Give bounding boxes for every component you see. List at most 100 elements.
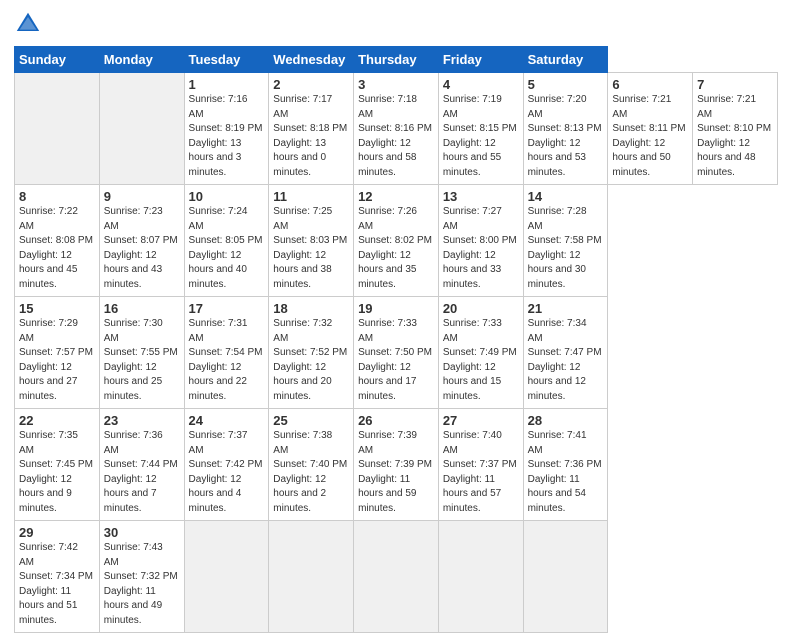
day-number: 14 <box>528 189 604 204</box>
day-cell-10: 10 Sunrise: 7:24 AMSunset: 8:05 PMDaylig… <box>184 185 269 297</box>
day-cell-17: 17 Sunrise: 7:31 AMSunset: 7:54 PMDaylig… <box>184 297 269 409</box>
day-cell-29: 29 Sunrise: 7:42 AMSunset: 7:34 PMDaylig… <box>15 521 100 633</box>
day-info: Sunrise: 7:23 AMSunset: 8:07 PMDaylight:… <box>104 206 178 290</box>
day-info: Sunrise: 7:36 AMSunset: 7:44 PMDaylight:… <box>104 430 178 514</box>
day-cell-13: 13 Sunrise: 7:27 AMSunset: 8:00 PMDaylig… <box>438 185 523 297</box>
empty-cell <box>523 521 608 633</box>
empty-cell <box>184 521 269 633</box>
day-info: Sunrise: 7:33 AMSunset: 7:49 PMDaylight:… <box>443 318 517 402</box>
empty-cell <box>269 521 354 633</box>
day-cell-19: 19 Sunrise: 7:33 AMSunset: 7:50 PMDaylig… <box>354 297 439 409</box>
day-number: 5 <box>528 77 604 92</box>
day-number: 25 <box>273 413 349 428</box>
week-row-4: 22 Sunrise: 7:35 AMSunset: 7:45 PMDaylig… <box>15 409 778 521</box>
day-number: 11 <box>273 189 349 204</box>
day-number: 30 <box>104 525 180 540</box>
day-cell-14: 14 Sunrise: 7:28 AMSunset: 7:58 PMDaylig… <box>523 185 608 297</box>
day-info: Sunrise: 7:22 AMSunset: 8:08 PMDaylight:… <box>19 206 93 290</box>
week-row-1: 1 Sunrise: 7:16 AMSunset: 8:19 PMDayligh… <box>15 73 778 185</box>
day-cell-5: 5 Sunrise: 7:20 AMSunset: 8:13 PMDayligh… <box>523 73 608 185</box>
day-number: 9 <box>104 189 180 204</box>
week-row-2: 8 Sunrise: 7:22 AMSunset: 8:08 PMDayligh… <box>15 185 778 297</box>
day-cell-16: 16 Sunrise: 7:30 AMSunset: 7:55 PMDaylig… <box>99 297 184 409</box>
day-info: Sunrise: 7:28 AMSunset: 7:58 PMDaylight:… <box>528 206 602 290</box>
weekday-wednesday: Wednesday <box>269 47 354 73</box>
day-cell-26: 26 Sunrise: 7:39 AMSunset: 7:39 PMDaylig… <box>354 409 439 521</box>
day-number: 19 <box>358 301 434 316</box>
day-number: 12 <box>358 189 434 204</box>
weekday-thursday: Thursday <box>354 47 439 73</box>
day-info: Sunrise: 7:29 AMSunset: 7:57 PMDaylight:… <box>19 318 93 402</box>
day-cell-24: 24 Sunrise: 7:37 AMSunset: 7:42 PMDaylig… <box>184 409 269 521</box>
day-number: 7 <box>697 77 773 92</box>
day-info: Sunrise: 7:18 AMSunset: 8:16 PMDaylight:… <box>358 94 432 178</box>
day-number: 21 <box>528 301 604 316</box>
day-number: 2 <box>273 77 349 92</box>
day-number: 6 <box>612 77 688 92</box>
day-number: 3 <box>358 77 434 92</box>
day-number: 28 <box>528 413 604 428</box>
logo <box>14 10 46 38</box>
day-cell-27: 27 Sunrise: 7:40 AMSunset: 7:37 PMDaylig… <box>438 409 523 521</box>
day-cell-21: 21 Sunrise: 7:34 AMSunset: 7:47 PMDaylig… <box>523 297 608 409</box>
week-row-5: 29 Sunrise: 7:42 AMSunset: 7:34 PMDaylig… <box>15 521 778 633</box>
day-cell-4: 4 Sunrise: 7:19 AMSunset: 8:15 PMDayligh… <box>438 73 523 185</box>
day-cell-12: 12 Sunrise: 7:26 AMSunset: 8:02 PMDaylig… <box>354 185 439 297</box>
day-info: Sunrise: 7:39 AMSunset: 7:39 PMDaylight:… <box>358 430 432 514</box>
day-cell-9: 9 Sunrise: 7:23 AMSunset: 8:07 PMDayligh… <box>99 185 184 297</box>
day-cell-1: 1 Sunrise: 7:16 AMSunset: 8:19 PMDayligh… <box>184 73 269 185</box>
day-info: Sunrise: 7:20 AMSunset: 8:13 PMDaylight:… <box>528 94 602 178</box>
empty-cell <box>438 521 523 633</box>
day-info: Sunrise: 7:30 AMSunset: 7:55 PMDaylight:… <box>104 318 178 402</box>
header <box>14 10 778 38</box>
day-info: Sunrise: 7:33 AMSunset: 7:50 PMDaylight:… <box>358 318 432 402</box>
day-number: 13 <box>443 189 519 204</box>
day-info: Sunrise: 7:24 AMSunset: 8:05 PMDaylight:… <box>189 206 263 290</box>
calendar-body: 1 Sunrise: 7:16 AMSunset: 8:19 PMDayligh… <box>15 73 778 633</box>
day-cell-20: 20 Sunrise: 7:33 AMSunset: 7:49 PMDaylig… <box>438 297 523 409</box>
day-number: 27 <box>443 413 519 428</box>
day-info: Sunrise: 7:42 AMSunset: 7:34 PMDaylight:… <box>19 542 93 626</box>
day-cell-7: 7 Sunrise: 7:21 AMSunset: 8:10 PMDayligh… <box>693 73 778 185</box>
day-cell-22: 22 Sunrise: 7:35 AMSunset: 7:45 PMDaylig… <box>15 409 100 521</box>
weekday-header-row: SundayMondayTuesdayWednesdayThursdayFrid… <box>15 47 778 73</box>
day-info: Sunrise: 7:26 AMSunset: 8:02 PMDaylight:… <box>358 206 432 290</box>
day-number: 29 <box>19 525 95 540</box>
day-info: Sunrise: 7:35 AMSunset: 7:45 PMDaylight:… <box>19 430 93 514</box>
day-info: Sunrise: 7:21 AMSunset: 8:11 PMDaylight:… <box>612 94 685 178</box>
day-info: Sunrise: 7:21 AMSunset: 8:10 PMDaylight:… <box>697 94 771 178</box>
day-cell-28: 28 Sunrise: 7:41 AMSunset: 7:36 PMDaylig… <box>523 409 608 521</box>
day-info: Sunrise: 7:27 AMSunset: 8:00 PMDaylight:… <box>443 206 517 290</box>
day-info: Sunrise: 7:31 AMSunset: 7:54 PMDaylight:… <box>189 318 263 402</box>
logo-icon <box>14 10 42 38</box>
weekday-monday: Monday <box>99 47 184 73</box>
day-cell-30: 30 Sunrise: 7:43 AMSunset: 7:32 PMDaylig… <box>99 521 184 633</box>
day-number: 8 <box>19 189 95 204</box>
day-info: Sunrise: 7:16 AMSunset: 8:19 PMDaylight:… <box>189 94 263 178</box>
day-number: 4 <box>443 77 519 92</box>
day-cell-2: 2 Sunrise: 7:17 AMSunset: 8:18 PMDayligh… <box>269 73 354 185</box>
weekday-sunday: Sunday <box>15 47 100 73</box>
page: SundayMondayTuesdayWednesdayThursdayFrid… <box>0 0 792 643</box>
calendar-table: SundayMondayTuesdayWednesdayThursdayFrid… <box>14 46 778 633</box>
day-cell-11: 11 Sunrise: 7:25 AMSunset: 8:03 PMDaylig… <box>269 185 354 297</box>
day-info: Sunrise: 7:25 AMSunset: 8:03 PMDaylight:… <box>273 206 347 290</box>
day-cell-25: 25 Sunrise: 7:38 AMSunset: 7:40 PMDaylig… <box>269 409 354 521</box>
day-info: Sunrise: 7:34 AMSunset: 7:47 PMDaylight:… <box>528 318 602 402</box>
day-info: Sunrise: 7:43 AMSunset: 7:32 PMDaylight:… <box>104 542 178 626</box>
day-info: Sunrise: 7:32 AMSunset: 7:52 PMDaylight:… <box>273 318 347 402</box>
day-info: Sunrise: 7:37 AMSunset: 7:42 PMDaylight:… <box>189 430 263 514</box>
day-number: 22 <box>19 413 95 428</box>
day-number: 23 <box>104 413 180 428</box>
empty-cell <box>15 73 100 185</box>
day-number: 1 <box>189 77 265 92</box>
day-info: Sunrise: 7:19 AMSunset: 8:15 PMDaylight:… <box>443 94 517 178</box>
empty-cell <box>99 73 184 185</box>
day-cell-23: 23 Sunrise: 7:36 AMSunset: 7:44 PMDaylig… <box>99 409 184 521</box>
day-info: Sunrise: 7:40 AMSunset: 7:37 PMDaylight:… <box>443 430 517 514</box>
day-info: Sunrise: 7:38 AMSunset: 7:40 PMDaylight:… <box>273 430 347 514</box>
day-cell-18: 18 Sunrise: 7:32 AMSunset: 7:52 PMDaylig… <box>269 297 354 409</box>
day-cell-6: 6 Sunrise: 7:21 AMSunset: 8:11 PMDayligh… <box>608 73 693 185</box>
day-number: 17 <box>189 301 265 316</box>
day-number: 18 <box>273 301 349 316</box>
